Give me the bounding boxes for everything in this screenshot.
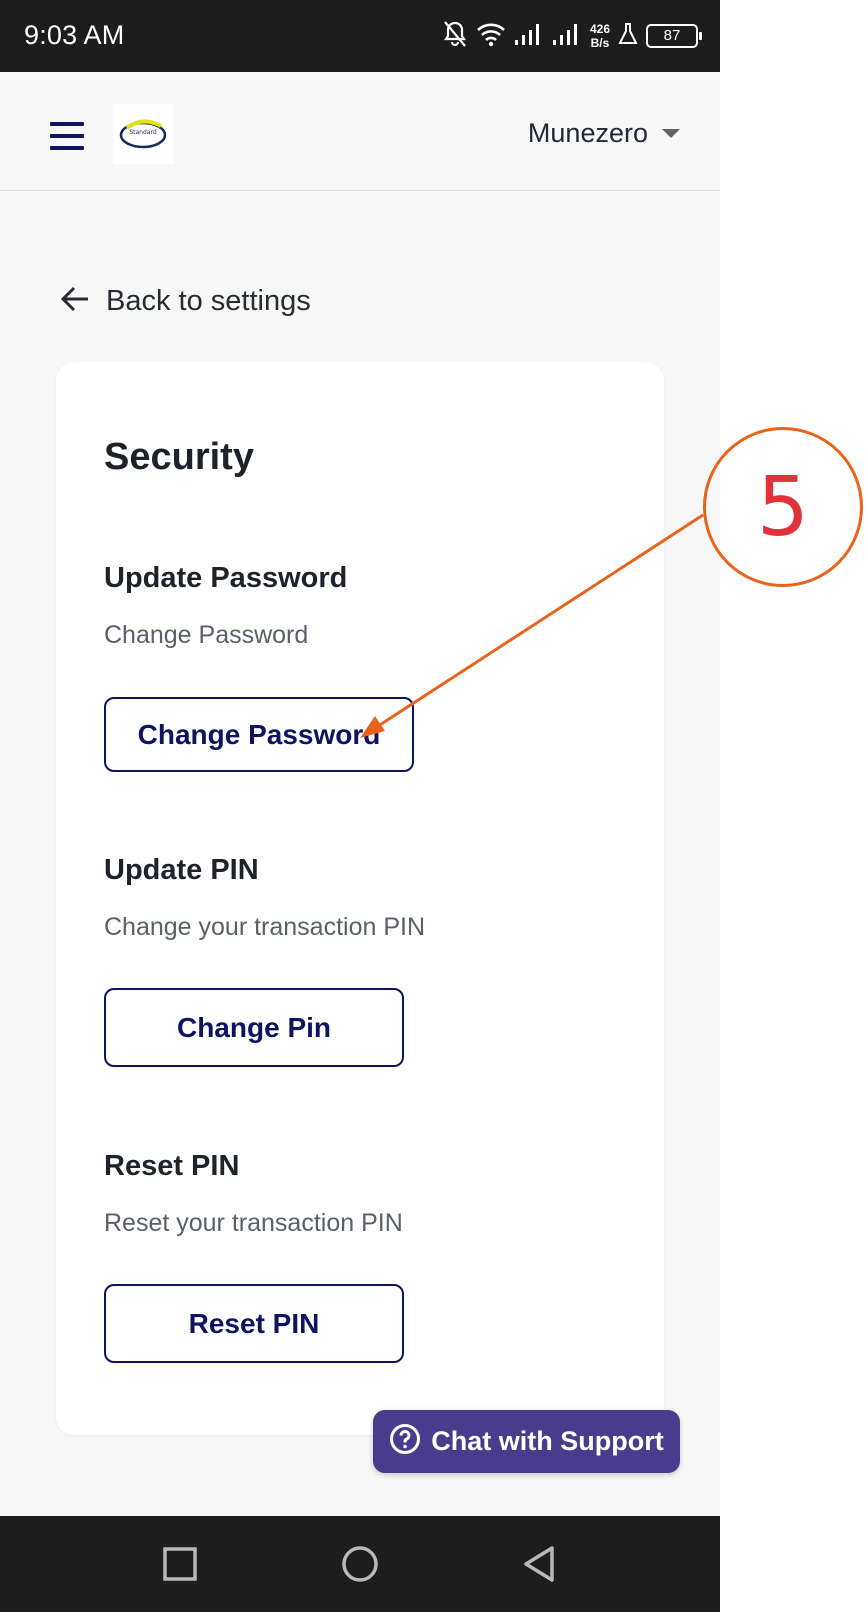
chat-label: Chat with Support	[431, 1426, 664, 1456]
help-circle-icon	[389, 1423, 421, 1460]
app-header: Standard Munezero	[0, 72, 720, 191]
reset-pin-button[interactable]: Reset PIN	[104, 1284, 404, 1363]
section-description: Change Password	[104, 621, 309, 649]
recents-square-icon[interactable]	[160, 1544, 200, 1584]
signal-icon	[514, 22, 544, 51]
flask-icon	[618, 22, 638, 51]
svg-text:Standard: Standard	[129, 129, 156, 136]
annotation-step-number: 5	[756, 459, 810, 555]
chat-with-support-button[interactable]: Chat with Support	[373, 1410, 680, 1473]
back-to-settings-link[interactable]: Back to settings	[60, 285, 311, 318]
section-description: Change your transaction PIN	[104, 913, 426, 941]
status-icons: 426 B/s 87	[442, 18, 702, 54]
security-card: Security Update Password Change Password…	[56, 362, 664, 1435]
status-time: 9:03 AM	[24, 20, 125, 50]
change-pin-button[interactable]: Change Pin	[104, 988, 404, 1067]
bell-off-icon	[442, 20, 468, 53]
section-title: Update PIN	[104, 854, 259, 886]
user-menu[interactable]: Munezero	[528, 118, 680, 149]
wifi-icon	[476, 21, 506, 52]
change-password-button[interactable]: Change Password	[104, 697, 414, 772]
annotation-step-circle: 5	[703, 427, 863, 587]
system-nav-bar	[0, 1516, 720, 1612]
status-bar: 9:03 AM 426 B/s 87	[0, 0, 720, 72]
section-title: Reset PIN	[104, 1150, 240, 1182]
chevron-down-icon	[662, 129, 680, 138]
section-description: Reset your transaction PIN	[104, 1209, 403, 1237]
phone-screen: 9:03 AM 426 B/s 87 Standard Munezero Bac…	[0, 0, 720, 1612]
section-update-password: Update Password Change Password	[104, 562, 347, 650]
section-reset-pin: Reset PIN Reset your transaction PIN	[104, 1150, 403, 1238]
back-label: Back to settings	[106, 285, 311, 317]
section-update-pin: Update PIN Change your transaction PIN	[104, 854, 425, 942]
signal-icon-2	[552, 22, 582, 51]
user-name: Munezero	[527, 118, 648, 148]
home-circle-icon[interactable]	[340, 1544, 380, 1584]
page-title: Security	[104, 436, 254, 478]
section-title: Update Password	[104, 562, 348, 594]
company-logo[interactable]: Standard	[113, 104, 173, 164]
arrow-left-icon	[60, 285, 90, 318]
menu-icon[interactable]	[50, 122, 84, 152]
back-triangle-icon[interactable]	[520, 1544, 560, 1584]
battery-icon: 87	[646, 24, 702, 48]
network-speed: 426 B/s	[589, 22, 610, 50]
